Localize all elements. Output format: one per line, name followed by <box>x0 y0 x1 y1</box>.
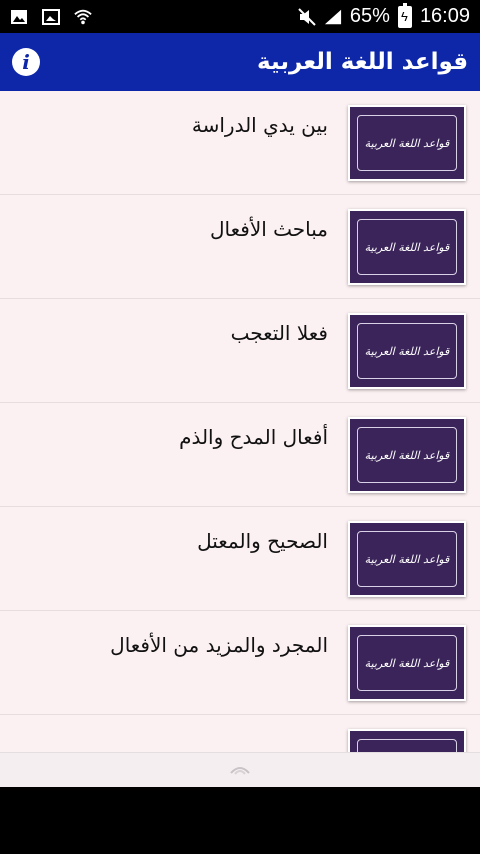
list-item[interactable]: قواعد اللغة العربية الصحيح والمعتل <box>0 507 480 611</box>
list-item[interactable]: قواعد اللغة العربية المجرد والمزيد من ال… <box>0 611 480 715</box>
clock: 16:09 <box>419 5 470 27</box>
list-item-thumbnail: قواعد اللغة العربية <box>348 209 466 285</box>
system-nav-area <box>0 787 480 854</box>
list-item-title: أفعال المدح والذم <box>179 425 328 449</box>
list-item-thumbnail: قواعد اللغة العربية <box>348 105 466 181</box>
list-item[interactable]: قواعد اللغة العربية بين يدي الدراسة <box>0 91 480 195</box>
thumbnail-label: قواعد اللغة العربية <box>364 240 450 254</box>
status-bar: 65% ϟ 16:09 <box>0 0 480 33</box>
list-item-thumbnail: قواعد اللغة العربية <box>348 625 466 701</box>
list-item[interactable]: قواعد اللغة العربية أفعال المدح والذم <box>0 403 480 507</box>
mute-icon <box>298 7 316 26</box>
thumbnail-label: قواعد اللغة العربية <box>364 448 450 462</box>
wifi-icon <box>74 8 92 26</box>
gallery-icon <box>42 8 60 26</box>
app-title: قواعد اللغة العربية <box>257 49 468 75</box>
list-item-title: المجرد والمزيد من الأفعال <box>110 633 328 657</box>
info-icon[interactable]: i <box>12 48 40 76</box>
load-more-bar[interactable] <box>0 752 480 787</box>
status-right: 65% ϟ 16:09 <box>298 2 470 28</box>
list-item-title: فعلا التعجب <box>230 321 328 345</box>
list-item[interactable]: قواعد اللغة العربية مباحث الأفعال <box>0 195 480 299</box>
list-item-thumbnail: قواعد اللغة العربية <box>348 521 466 597</box>
lessons-list[interactable]: قواعد اللغة العربية بين يدي الدراسة قواع… <box>0 91 480 787</box>
app-bar: i قواعد اللغة العربية <box>0 33 480 91</box>
list-item-title: الصحيح والمعتل <box>197 529 328 553</box>
list-item-thumbnail: قواعد اللغة العربية <box>348 417 466 493</box>
thumbnail-label: قواعد اللغة العربية <box>364 344 450 358</box>
thumbnail-label: قواعد اللغة العربية <box>364 656 450 670</box>
status-left <box>10 8 92 26</box>
thumbnail-label: قواعد اللغة العربية <box>364 552 450 566</box>
loading-spinner-icon <box>228 761 252 780</box>
battery-icon: ϟ <box>397 2 412 28</box>
list-item-title: بين يدي الدراسة <box>191 113 328 137</box>
battery-percent: 65% <box>349 5 390 27</box>
list-item-thumbnail: قواعد اللغة العربية <box>348 313 466 389</box>
thumbnail-label: قواعد اللغة العربية <box>364 136 450 150</box>
image-icon <box>10 8 28 26</box>
list-item[interactable]: قواعد اللغة العربية فعلا التعجب <box>0 299 480 403</box>
signal-icon <box>324 8 342 26</box>
list-item-title: مباحث الأفعال <box>210 217 328 241</box>
